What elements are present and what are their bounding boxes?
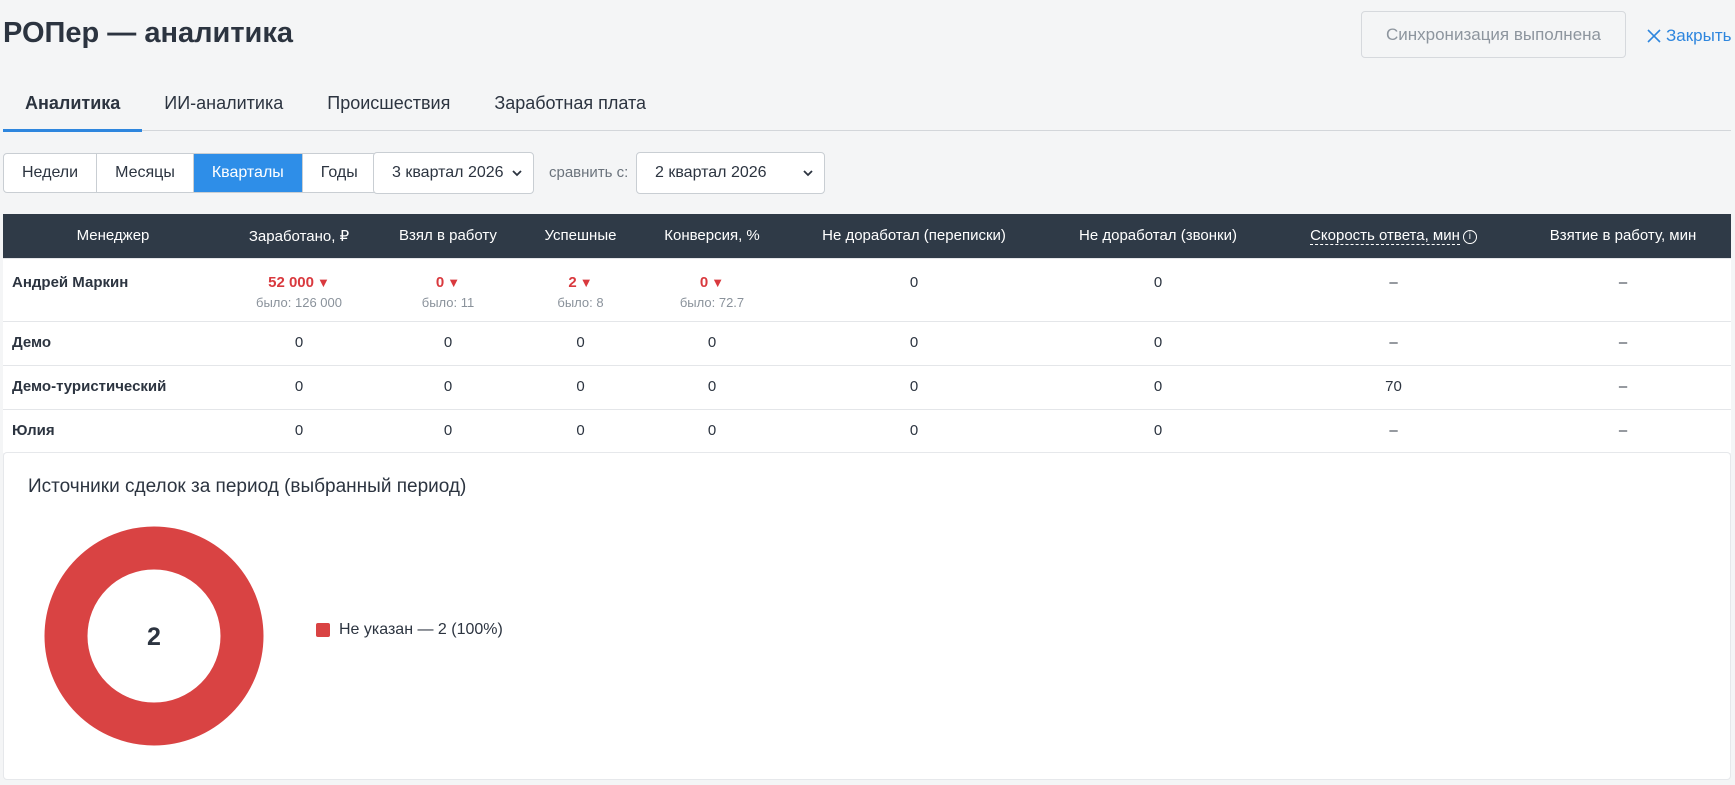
taken-cell: 0 [375,408,521,453]
unworked-chats-cell: 0 [784,408,1044,453]
close-icon [1647,29,1661,43]
sync-status-button[interactable]: Синхронизация выполнена [1361,11,1626,58]
earned-cell: 0 [223,408,375,453]
legend-item: Не указан — 2 (100%) [316,621,503,639]
manager-stats-table: Менеджер Заработано, ₽ Взял в работу Усп… [3,214,1731,453]
down-arrow-icon: ▼ [579,274,593,290]
table-header-row: Менеджер Заработано, ₽ Взял в работу Усп… [3,214,1731,258]
manager-name: Андрей Маркин [3,257,223,321]
compare-select-value: 2 квартал 2026 [655,164,767,181]
take-time-cell: – [1515,408,1731,453]
period-years-button[interactable]: Годы [303,154,376,192]
tab-bar: Аналитика ИИ-аналитика Происшествия Зара… [3,85,1731,132]
taken-value: 0 [435,273,445,291]
success-previous: было: 8 [557,294,604,310]
info-icon[interactable]: i [1462,229,1477,244]
tab-ai-analytics[interactable]: ИИ-аналитика [142,85,305,131]
success-cell: 2 ▼ было: 8 [521,257,640,321]
unworked-chats-cell: 0 [784,320,1044,365]
col-response-speed[interactable]: Скорость ответа, мин i [1272,214,1515,258]
col-conversion[interactable]: Конверсия, % [640,214,784,258]
success-cell: 0 [521,364,640,409]
response-speed-cell: – [1272,257,1515,321]
earned-previous: было: 126 000 [256,294,342,310]
col-response-speed-label: Скорость ответа, мин [1310,227,1460,246]
conversion-cell: 0 ▼ было: 72.7 [640,257,784,321]
compare-select[interactable]: 2 квартал 2026 [636,152,825,194]
legend-label: Не указан — 2 (100%) [339,621,503,638]
chevron-down-icon [803,170,813,177]
close-link[interactable]: Закрыть [1646,24,1731,48]
col-take-time[interactable]: Взятие в работу, мин [1515,214,1731,258]
table-row: Андрей Маркин 52 000 ▼ было: 126 000 0 ▼ был… [3,257,1731,321]
unworked-calls-cell: 0 [1044,320,1272,365]
conversion-cell: 0 [640,320,784,365]
take-time-cell: – [1515,257,1731,321]
taken-previous: было: 11 [421,294,475,310]
success-value: 2 [568,273,577,291]
response-speed-cell: 70 [1272,364,1515,409]
col-earned[interactable]: Заработано, ₽ [223,214,375,258]
table-row: Демо-туристический 0 0 0 0 0 0 70 – [3,364,1731,409]
period-quarters-button[interactable]: Кварталы [193,154,303,192]
success-cell: 0 [521,408,640,453]
manager-name: Юлия [3,408,223,453]
chevron-down-icon [512,170,522,177]
take-time-cell: – [1515,364,1731,409]
unworked-calls-cell: 0 [1044,408,1272,453]
col-taken[interactable]: Взял в работу [375,214,521,258]
period-toggle: Недели Месяцы Кварталы Годы [3,153,377,193]
table-row: Юлия 0 0 0 0 0 0 – – [3,408,1731,453]
tab-salary[interactable]: Заработная плата [472,85,668,131]
compare-label: сравнить с: [549,164,629,181]
response-speed-cell: – [1272,408,1515,453]
page-title: РОПер — аналитика [3,17,294,49]
col-manager[interactable]: Менеджер [3,214,223,258]
earned-value: 52 000 [268,273,314,291]
unworked-calls-cell: 0 [1044,257,1272,321]
deal-sources-title: Источники сделок за период (выбранный пе… [28,476,467,497]
period-months-button[interactable]: Месяцы [97,154,194,192]
conversion-previous: было: 72.7 [679,294,745,310]
taken-cell: 0 [375,364,521,409]
earned-cell: 52 000 ▼ было: 126 000 [223,257,375,321]
take-time-cell: – [1515,320,1731,365]
period-select-value: 3 квартал 2026 [392,164,504,181]
response-speed-cell: – [1272,320,1515,365]
col-unworked-chats[interactable]: Не доработал (переписки) [784,214,1044,258]
unworked-chats-cell: 0 [784,364,1044,409]
success-cell: 0 [521,320,640,365]
down-arrow-icon: ▼ [711,274,725,290]
manager-name: Демо [3,320,223,365]
donut-total-label: 2 [147,623,161,651]
close-label: Закрыть [1666,26,1732,45]
deal-sources-donut: 2 [44,526,264,746]
deal-sources-card: Источники сделок за период (выбранный пе… [3,452,1731,780]
earned-cell: 0 [223,364,375,409]
conversion-value: 0 [699,273,709,291]
unworked-chats-cell: 0 [784,257,1044,321]
down-arrow-icon: ▼ [447,274,461,290]
taken-cell: 0 [375,320,521,365]
down-arrow-icon: ▼ [317,274,330,290]
earned-cell: 0 [223,320,375,365]
legend-swatch [316,623,330,637]
tab-analytics[interactable]: Аналитика [3,85,143,132]
period-weeks-button[interactable]: Недели [4,154,98,192]
col-success[interactable]: Успешные [521,214,640,258]
col-unworked-calls[interactable]: Не доработал (звонки) [1044,214,1272,258]
taken-cell: 0 ▼ было: 11 [375,257,521,321]
table-row: Демо 0 0 0 0 0 0 – – [3,320,1731,365]
conversion-cell: 0 [640,364,784,409]
unworked-calls-cell: 0 [1044,364,1272,409]
period-select[interactable]: 3 квартал 2026 [373,152,534,194]
manager-name: Демо-туристический [3,364,223,409]
tab-incidents[interactable]: Происшествия [305,85,472,131]
conversion-cell: 0 [640,408,784,453]
